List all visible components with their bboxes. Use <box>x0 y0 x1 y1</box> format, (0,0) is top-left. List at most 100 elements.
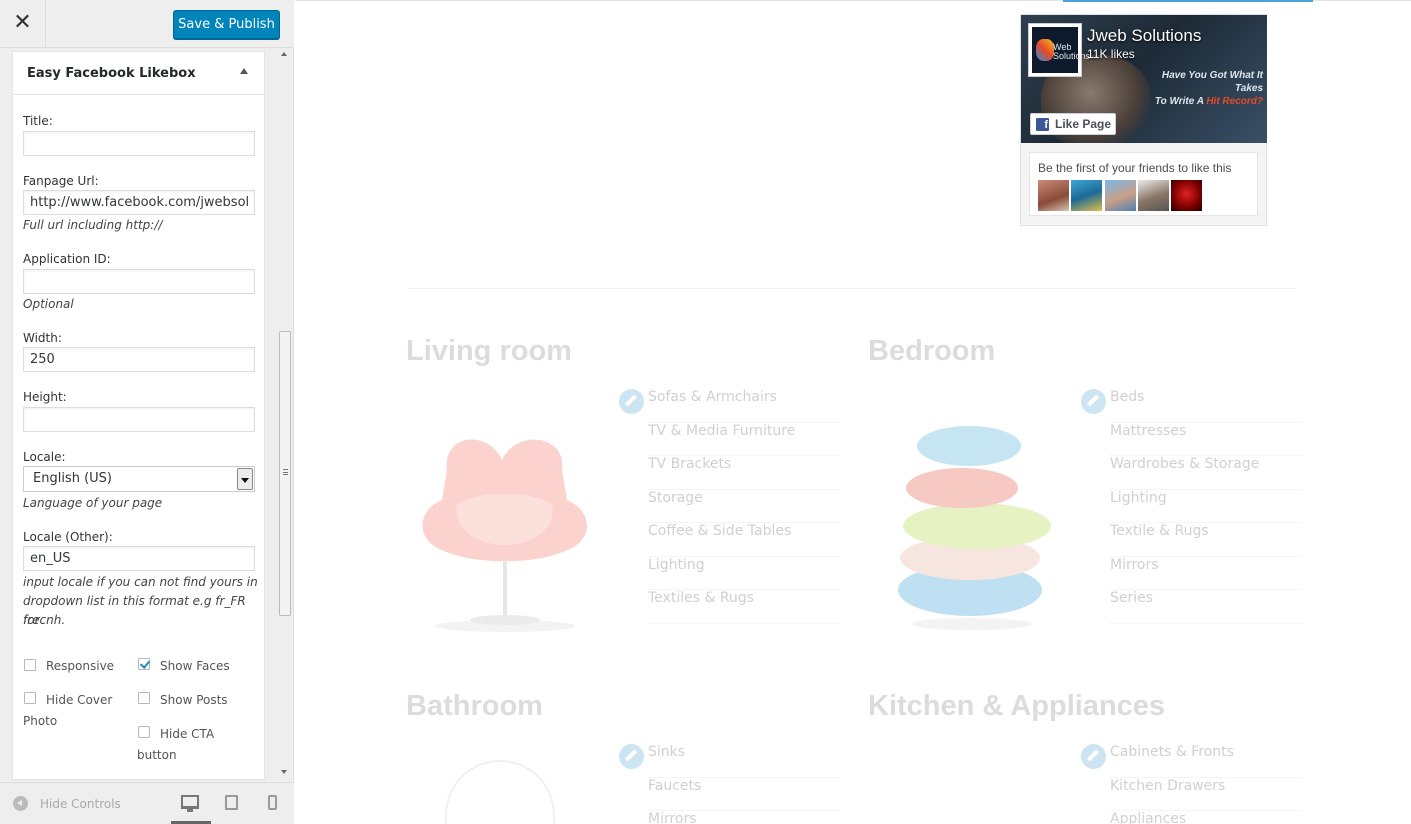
hide-cta-checkbox[interactable] <box>138 726 150 738</box>
tagline-line-1: Have You Got What It Takes <box>1161 70 1263 94</box>
desktop-preview-icon[interactable] <box>181 795 199 812</box>
category-link[interactable]: Cabinets & Fronts <box>1110 744 1302 778</box>
mobile-preview-icon[interactable] <box>268 795 277 810</box>
category-link[interactable]: Textiles & Rugs <box>648 590 840 624</box>
width-label: Width: <box>23 331 62 345</box>
tablet-preview-icon[interactable] <box>225 795 238 810</box>
category-link[interactable]: Mirrors <box>648 811 840 824</box>
category-link[interactable]: Mattresses <box>1110 423 1302 456</box>
hide-cover-photo-label: Hide Cover <box>46 693 113 707</box>
category-link[interactable]: Sofas & Armchairs <box>648 389 840 423</box>
like-page-label: Like Page <box>1055 117 1112 131</box>
hide-cover-photo-checkbox[interactable] <box>24 692 36 704</box>
scroll-up-arrow-icon[interactable] <box>281 52 287 56</box>
widget-panel: Easy Facebook Likebox Title: Fanpage Url… <box>12 51 265 780</box>
category-title[interactable]: Bedroom <box>868 335 995 368</box>
like-page-button[interactable]: f Like Page <box>1030 113 1116 135</box>
web-solutions-logo-icon <box>1036 39 1054 61</box>
category-link[interactable]: Mirrors <box>1110 557 1302 590</box>
responsive-checkbox[interactable] <box>24 659 36 671</box>
edit-pencil-icon[interactable] <box>1081 389 1106 414</box>
application-id-input[interactable] <box>23 269 255 294</box>
category-link[interactable]: Appliances <box>1110 811 1302 824</box>
height-input[interactable] <box>23 407 255 432</box>
height-label: Height: <box>23 390 67 404</box>
category-link[interactable]: Sinks <box>648 744 840 778</box>
scroll-down-arrow-icon[interactable] <box>281 770 287 774</box>
category-title[interactable]: Kitchen & Appliances <box>868 690 1165 723</box>
category-link[interactable]: Lighting <box>648 557 840 590</box>
category-link[interactable]: Coffee & Side Tables <box>648 523 840 557</box>
collapse-arrow-icon[interactable] <box>240 68 248 74</box>
category-title[interactable]: Living room <box>406 335 572 368</box>
category-link-list: Beds Mattresses Wardrobes & Storage Ligh… <box>1110 389 1302 624</box>
locale-select[interactable]: English (US) <box>23 466 255 492</box>
pillows-image[interactable] <box>892 418 1062 633</box>
title-label: Title: <box>23 114 53 128</box>
category-link[interactable]: Wardrobes & Storage <box>1110 456 1302 490</box>
category-link[interactable]: TV Brackets <box>648 456 840 490</box>
facebook-cover-photo[interactable]: Web Solutions Jweb Solutions 11K likes H… <box>1021 15 1267 143</box>
show-posts-label: Show Posts <box>160 693 228 707</box>
friend-avatar[interactable] <box>1171 180 1202 211</box>
edit-pencil-icon[interactable] <box>1081 744 1106 769</box>
locale-selected-value: English (US) <box>33 471 112 486</box>
hide-controls-icon[interactable] <box>13 796 28 811</box>
category-link-list: Cabinets & Fronts Kitchen Drawers Applia… <box>1110 744 1302 824</box>
widget-title: Easy Facebook Likebox <box>27 66 196 81</box>
category-link-list: Sinks Faucets Mirrors <box>648 744 840 824</box>
tagline-line-2b: Hit Record? <box>1206 96 1263 107</box>
widget-header[interactable]: Easy Facebook Likebox <box>13 52 264 95</box>
friend-avatar[interactable] <box>1138 180 1169 211</box>
hide-cta-label-line-2: button <box>137 748 177 762</box>
mirror-image[interactable] <box>445 760 555 824</box>
category-link[interactable]: Series <box>1110 590 1302 624</box>
friends-section: Be the first of your friends to like thi… <box>1029 152 1258 216</box>
title-input[interactable] <box>23 131 255 156</box>
logo-text: Web Solutions <box>1053 43 1090 61</box>
category-title[interactable]: Bathroom <box>406 690 543 723</box>
facebook-page-name[interactable]: Jweb Solutions <box>1087 26 1201 46</box>
category-link[interactable]: Lighting <box>1110 490 1302 523</box>
dropdown-arrow-icon[interactable] <box>237 468 253 490</box>
category-link[interactable]: Beds <box>1110 389 1302 423</box>
top-accent-bar <box>1063 0 1313 2</box>
category-link[interactable]: Storage <box>648 490 840 523</box>
save-publish-button[interactable]: Save & Publish <box>173 10 280 39</box>
logo-text-line-2: Solutions <box>1053 51 1091 61</box>
page-profile-picture[interactable]: Web Solutions <box>1028 23 1090 77</box>
width-input[interactable] <box>23 347 255 372</box>
facebook-icon: f <box>1036 118 1049 131</box>
friend-avatar[interactable] <box>1071 180 1102 211</box>
facebook-likebox: Web Solutions Jweb Solutions 11K likes H… <box>1020 14 1267 226</box>
category-link[interactable]: Faucets <box>648 778 840 811</box>
fanpage-url-hint: Full url including http:// <box>23 218 163 232</box>
application-id-label: Application ID: <box>23 252 111 266</box>
show-faces-label: Show Faces <box>160 659 230 673</box>
category-link[interactable]: Kitchen Drawers <box>1110 778 1302 811</box>
show-faces-checkbox[interactable] <box>138 658 150 670</box>
friend-avatar[interactable] <box>1105 180 1136 211</box>
locale-label: Locale: <box>23 450 66 464</box>
category-link[interactable]: Textile & Rugs <box>1110 523 1302 557</box>
fanpage-url-input[interactable] <box>23 190 255 215</box>
armchair-image[interactable] <box>417 430 593 635</box>
edit-pencil-icon[interactable] <box>619 744 644 769</box>
edit-pencil-icon[interactable] <box>619 389 644 414</box>
locale-other-hint-line-1: input locale if you can not find yours i… <box>23 575 258 589</box>
hide-cover-photo-label-line-2: Photo <box>23 714 58 728</box>
section-divider <box>407 288 1297 289</box>
cover-tagline: Have You Got What It Takes To Write A Hi… <box>1133 69 1263 108</box>
sidebar-scrollbar[interactable] <box>278 48 293 780</box>
customizer-footer: Hide Controls <box>0 782 294 824</box>
application-id-hint: Optional <box>23 297 74 311</box>
close-icon[interactable]: ✕ <box>0 0 46 48</box>
friend-avatar[interactable] <box>1038 180 1069 211</box>
hide-controls-button[interactable]: Hide Controls <box>40 797 121 811</box>
show-posts-checkbox[interactable] <box>138 692 150 704</box>
locale-other-input[interactable] <box>23 546 255 571</box>
category-link[interactable]: TV & Media Furniture <box>648 423 840 456</box>
scrollbar-thumb[interactable] <box>279 331 291 616</box>
customizer-sidebar: ✕ Save & Publish Easy Facebook Likebox T… <box>0 0 294 824</box>
responsive-label: Responsive <box>46 659 115 673</box>
